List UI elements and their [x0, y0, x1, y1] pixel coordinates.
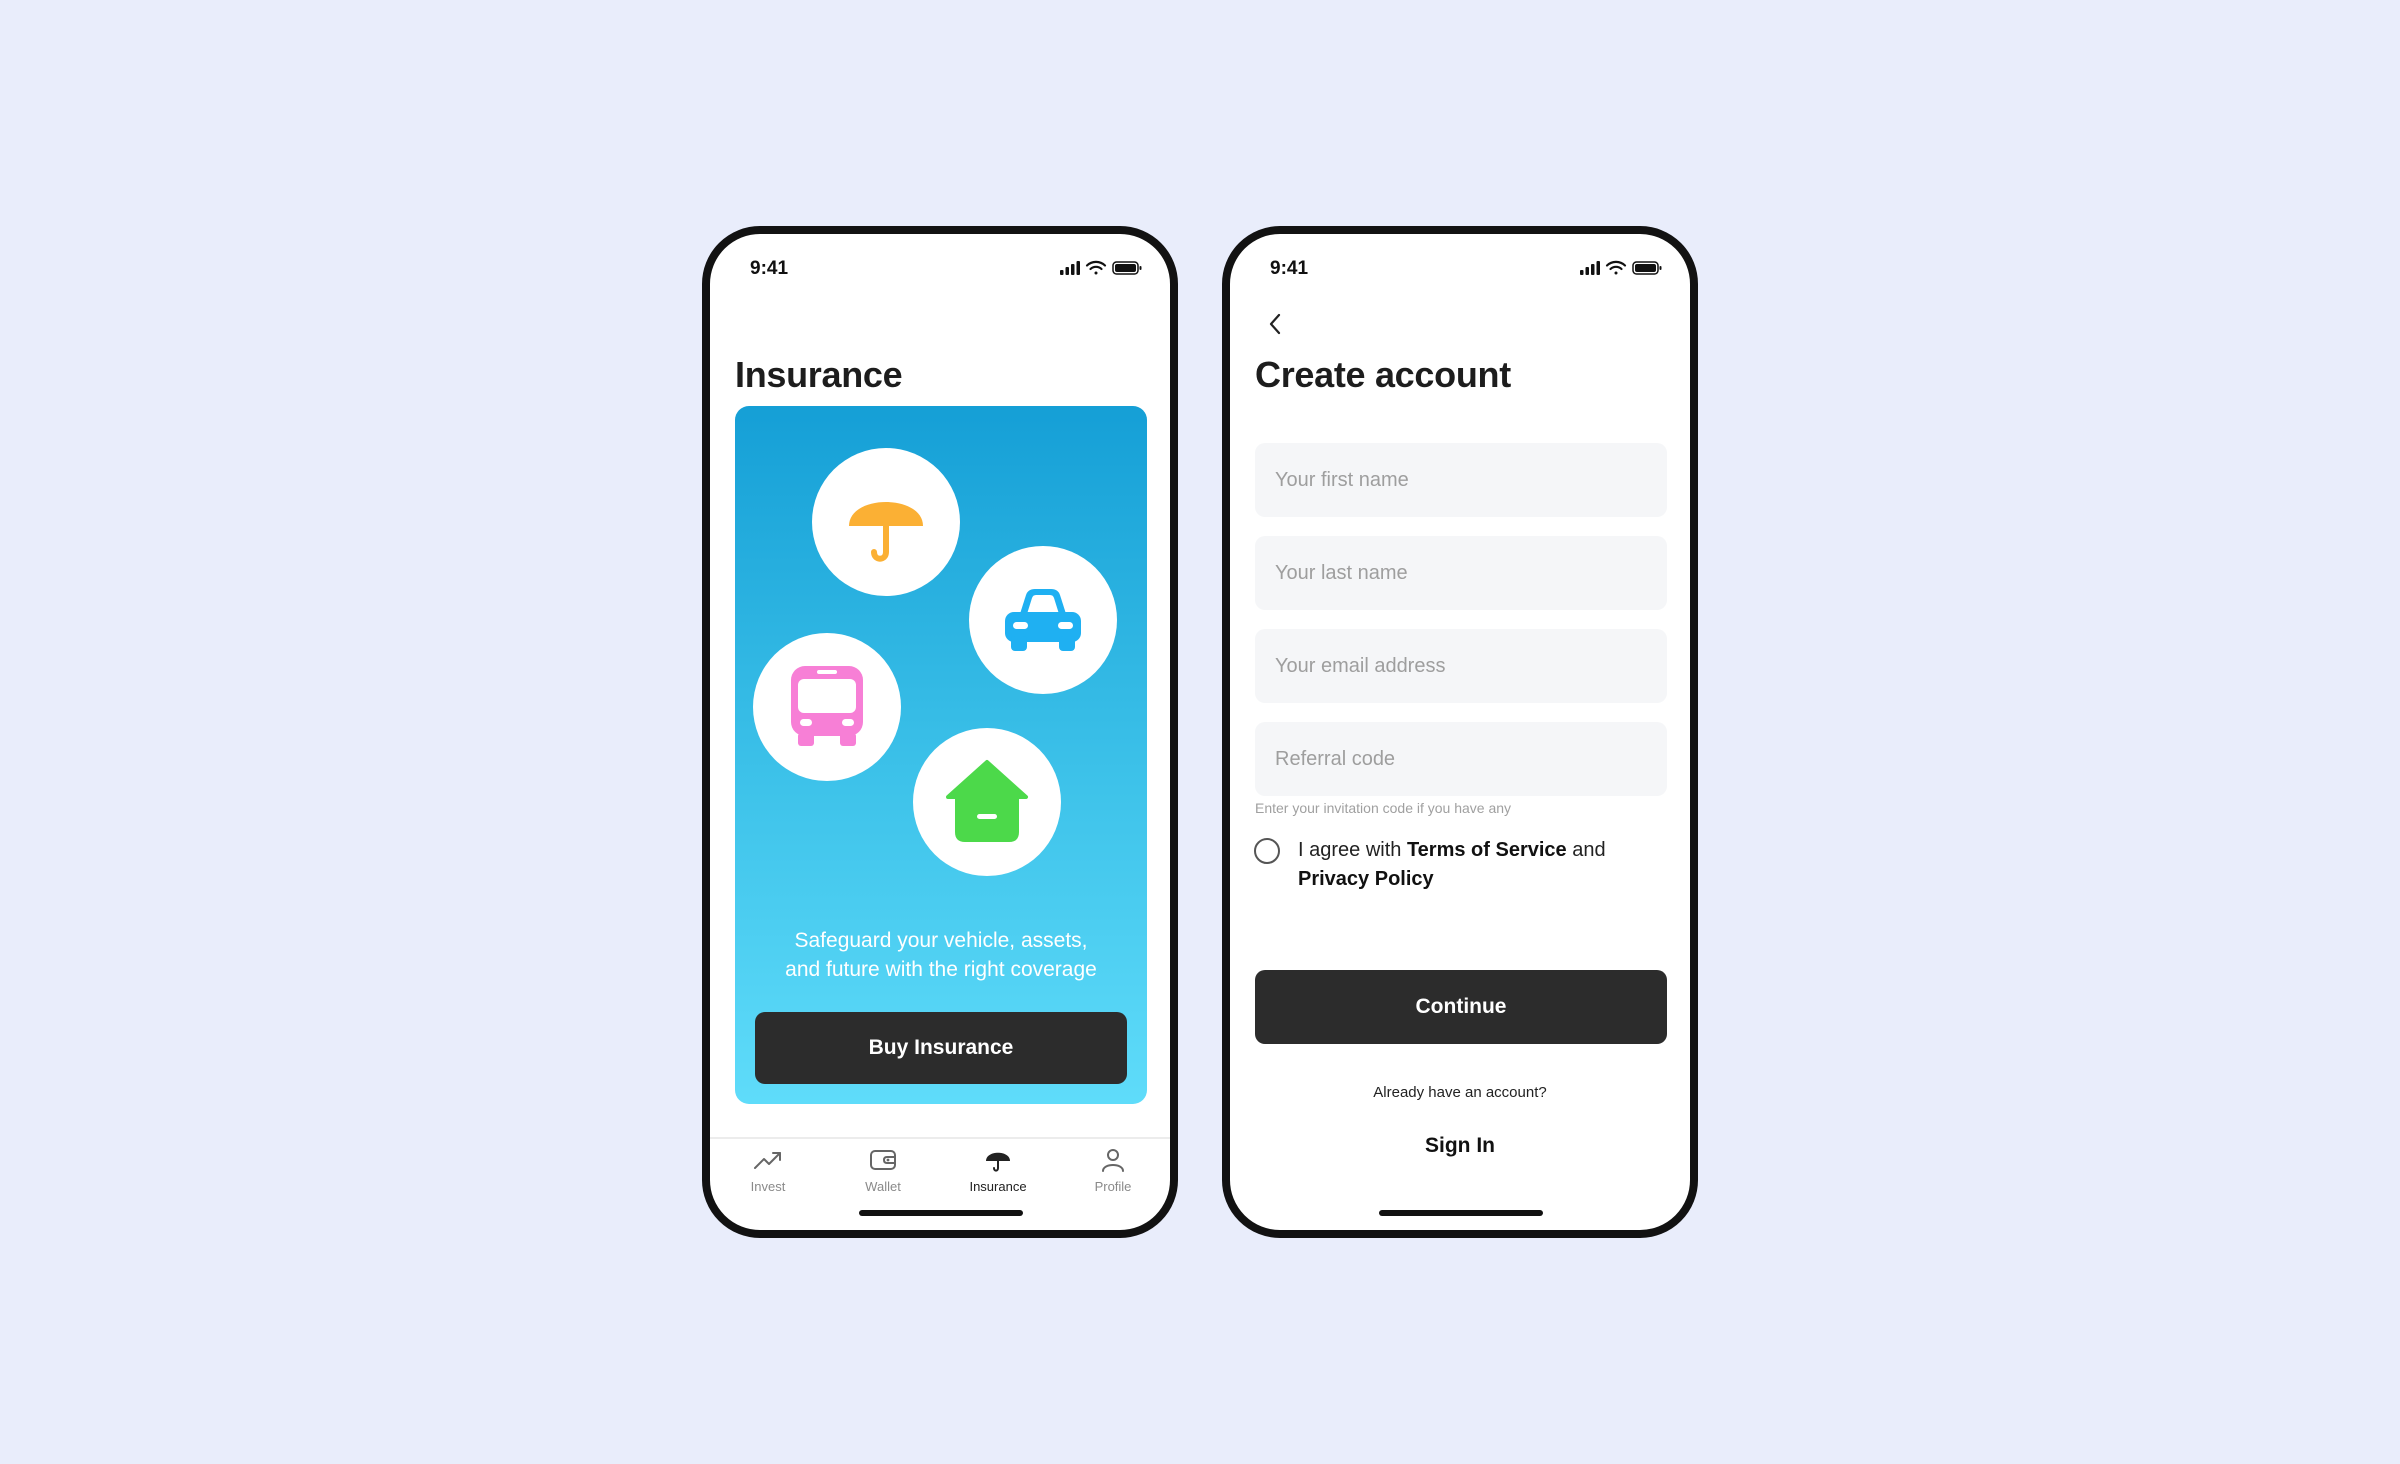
wifi-icon	[1605, 260, 1627, 275]
house-circle	[913, 728, 1061, 876]
tab-label: Invest	[750, 1179, 786, 1194]
umbrella-icon	[849, 502, 923, 562]
house-icon	[946, 760, 1028, 842]
wallet-icon	[870, 1150, 896, 1170]
status-bar: 9:41	[710, 234, 1170, 290]
status-time: 9:41	[1270, 258, 1309, 279]
terms-of-service-link[interactable]: Terms of Service	[1407, 839, 1567, 861]
car-icon	[1005, 589, 1081, 651]
insurance-tagline: Safeguard your vehicle, assets, and futu…	[735, 926, 1147, 984]
home-indicator	[1379, 1210, 1543, 1216]
insurance-hero-card: Safeguard your vehicle, assets, and futu…	[735, 406, 1147, 1104]
battery-icon	[1632, 261, 1662, 275]
bus-icon	[791, 666, 863, 746]
signal-icon	[1580, 261, 1600, 275]
back-button[interactable]	[1258, 306, 1294, 342]
bus-circle	[753, 633, 901, 781]
privacy-policy-link[interactable]: Privacy Policy	[1298, 868, 1434, 890]
already-have-account-text: Already have an account?	[1373, 1084, 1547, 1101]
chevron-left-icon	[1269, 313, 1281, 335]
continue-button[interactable]: Continue	[1255, 970, 1667, 1044]
tab-wallet[interactable]: Wallet	[835, 1147, 931, 1194]
umbrella-circle	[812, 448, 960, 596]
page-title: Insurance	[735, 354, 903, 395]
referral-code-input[interactable]	[1255, 722, 1667, 796]
battery-icon	[1112, 261, 1142, 275]
wifi-icon	[1085, 260, 1107, 275]
agree-checkbox[interactable]	[1254, 838, 1280, 864]
status-icons	[1580, 260, 1664, 281]
last-name-input[interactable]	[1255, 536, 1667, 610]
email-input[interactable]	[1255, 629, 1667, 703]
car-circle	[969, 546, 1117, 694]
buy-insurance-button[interactable]: Buy Insurance	[755, 1012, 1127, 1084]
tab-invest[interactable]: Invest	[720, 1147, 816, 1194]
sign-in-link[interactable]: Sign In	[1230, 1134, 1690, 1158]
signal-icon	[1060, 261, 1080, 275]
tab-label: Wallet	[865, 1179, 901, 1194]
insurance-phone: 9:41 Insurance Safeguard your vehicle, a…	[702, 226, 1178, 1238]
status-time: 9:41	[750, 258, 789, 279]
agree-prefix: I agree with	[1298, 839, 1407, 861]
tab-insurance[interactable]: Insurance	[950, 1147, 1046, 1194]
status-icons	[1060, 260, 1144, 281]
home-indicator	[859, 1210, 1023, 1216]
create-account-phone: 9:41 Create account Your first name Your…	[1222, 226, 1698, 1238]
status-bar: 9:41	[1230, 234, 1690, 290]
first-name-input[interactable]	[1255, 443, 1667, 517]
trending-up-icon	[754, 1152, 781, 1169]
bottom-tab-bar: Invest Wallet Insurance Profile	[710, 1137, 1170, 1209]
tab-label: Insurance	[969, 1179, 1027, 1194]
agree-middle: and	[1566, 839, 1606, 861]
tagline-line-2: and future with the right coverage	[785, 958, 1097, 981]
tagline-line-1: Safeguard your vehicle, assets,	[794, 929, 1088, 952]
umbrella-icon	[986, 1152, 1010, 1172]
referral-helper-text: Enter your invitation code if you have a…	[1255, 800, 1512, 816]
tab-profile[interactable]: Profile	[1065, 1147, 1161, 1194]
tab-label: Profile	[1094, 1179, 1132, 1194]
agree-text: I agree with Terms of Service and Privac…	[1298, 836, 1638, 894]
user-icon	[1102, 1149, 1124, 1172]
page-title: Create account	[1255, 354, 1511, 395]
